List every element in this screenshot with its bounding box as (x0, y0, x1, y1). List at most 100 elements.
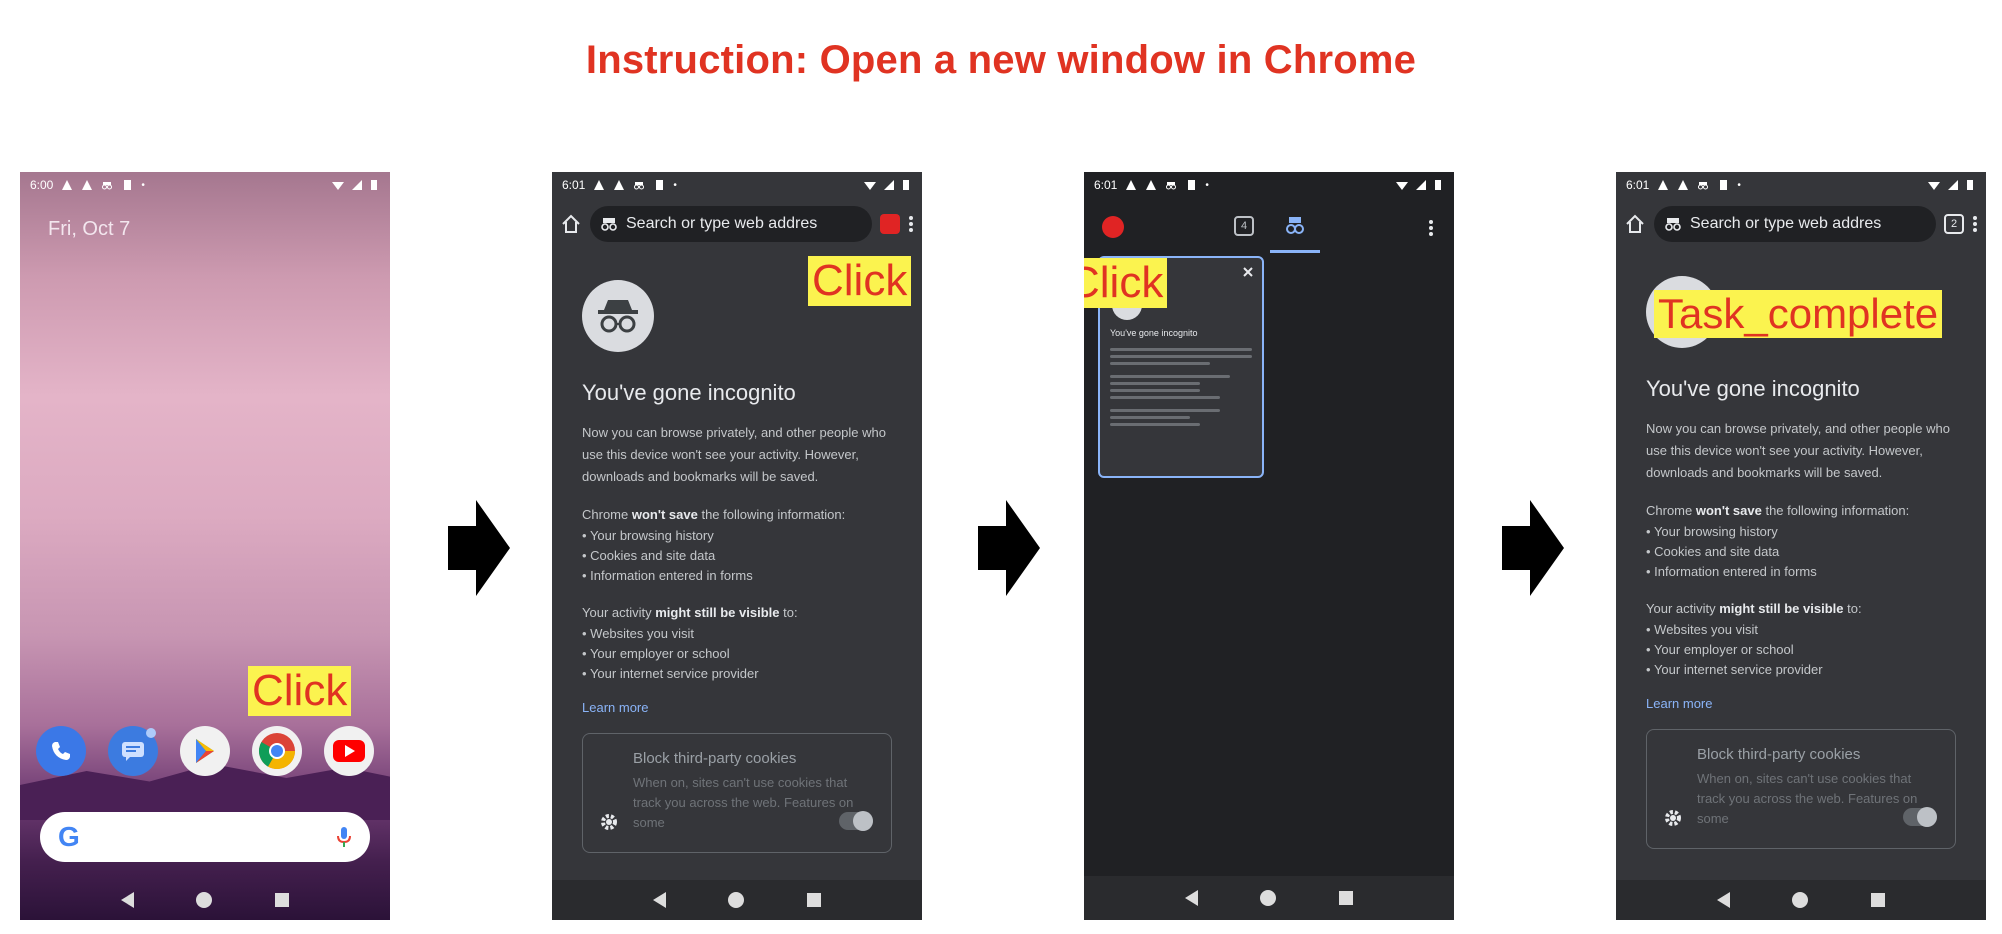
nav-bar (20, 880, 390, 920)
incognito-avatar-icon (582, 280, 654, 352)
incognito-icon (601, 218, 617, 231)
list-item: Your internet service provider (1646, 660, 1956, 680)
back-icon[interactable] (1717, 892, 1731, 908)
mic-icon[interactable] (336, 825, 352, 849)
home-icon[interactable] (1792, 892, 1809, 908)
incognito-intro: Now you can browse privately, and other … (582, 425, 886, 484)
nav-bar (552, 880, 922, 920)
close-icon[interactable] (1242, 266, 1254, 278)
chrome-icon[interactable] (252, 726, 302, 776)
home-icon[interactable] (196, 892, 213, 908)
incognito-page: You've gone incognito Now you can browse… (582, 280, 892, 853)
sim-icon (124, 180, 132, 190)
sim-icon (656, 180, 664, 190)
list-item: Websites you visit (1646, 620, 1956, 640)
incognito-tabs-icon[interactable] (1284, 214, 1306, 236)
normal-tabs-count[interactable]: 4 (1234, 216, 1254, 236)
omnibox-placeholder: Search or type web addres (1690, 215, 1882, 232)
learn-more-link[interactable]: Learn more (582, 700, 892, 715)
back-icon[interactable] (121, 892, 135, 908)
home-icon[interactable] (728, 892, 745, 908)
visible-bold: might still be visible (1719, 601, 1844, 616)
sim-icon (1720, 180, 1728, 190)
tab-switcher-button[interactable]: 2 (1944, 214, 1964, 234)
alert-icon (82, 180, 93, 190)
alert-icon (614, 180, 625, 190)
stage: Instruction: Open a new window in Chrome… (0, 0, 2002, 934)
battery-icon (1967, 180, 1973, 190)
new-tab-button[interactable] (1102, 216, 1124, 238)
google-search-bar[interactable]: G (40, 812, 370, 862)
home-button-icon[interactable] (1624, 213, 1646, 235)
home-date: Fri, Oct 7 (48, 218, 131, 240)
list-item: Your browsing history (582, 526, 892, 546)
home-screen: 6:00 • Fri, Oct 7 Click G (20, 172, 390, 920)
recents-icon[interactable] (274, 893, 289, 907)
tab-switcher-toolbar: 4 (1084, 202, 1454, 253)
status-time: 6:01 (1626, 178, 1650, 192)
gear-icon (1665, 810, 1681, 826)
cookie-toggle[interactable] (839, 811, 873, 831)
incognito-screen-1: 6:01 • Search or type web addres Click Y… (552, 172, 922, 920)
incognito-heading: You've gone incognito (1646, 376, 1860, 401)
arrow-right-icon (978, 500, 1040, 596)
wifi-icon (332, 182, 344, 190)
back-icon[interactable] (653, 892, 667, 908)
list-item: Websites you visit (582, 624, 892, 644)
back-icon[interactable] (1185, 890, 1199, 906)
visible-suffix: to: (1847, 601, 1862, 616)
list-item: Your employer or school (1646, 640, 1956, 660)
signal-icon (1416, 180, 1426, 190)
chrome-toolbar: Search or type web addres (552, 202, 922, 246)
home-button-icon[interactable] (560, 213, 582, 235)
visible-prefix: Your activity (1646, 601, 1716, 616)
recents-icon[interactable] (806, 893, 821, 907)
recents-icon[interactable] (1870, 893, 1885, 907)
list-item: Your browsing history (1646, 522, 1956, 542)
battery-icon (903, 180, 909, 190)
list-item: Cookies and site data (1646, 542, 1956, 562)
alert-icon (594, 180, 605, 190)
battery-icon (1435, 180, 1441, 190)
cookie-toggle[interactable] (1903, 807, 1937, 827)
home-icon[interactable] (1260, 890, 1277, 906)
learn-more-link[interactable]: Learn more (1646, 696, 1956, 711)
more-options-icon[interactable] (1972, 214, 1978, 234)
status-time: 6:00 (30, 178, 54, 192)
instruction-title: Instruction: Open a new window in Chrome (585, 38, 1417, 82)
youtube-icon[interactable] (324, 726, 374, 776)
omnibox[interactable]: Search or type web addres (1654, 206, 1936, 242)
visible-prefix: Your activity (582, 605, 652, 620)
status-bar: 6:01 • (1084, 172, 1454, 198)
visible-suffix: to: (783, 605, 798, 620)
alert-icon (1126, 180, 1137, 190)
omnibox[interactable]: Search or type web addres (590, 206, 872, 242)
wont-save-suffix: the following information: (701, 507, 846, 522)
recents-icon[interactable] (1338, 891, 1353, 905)
visible-list: Websites you visit Your employer or scho… (582, 624, 892, 684)
more-options-icon[interactable] (908, 214, 914, 234)
omnibox-placeholder: Search or type web addres (626, 215, 818, 232)
incognito-status-icon (1698, 182, 1709, 190)
alert-icon (62, 180, 73, 190)
wont-save-list: Your browsing history Cookies and site d… (582, 526, 892, 586)
app-dock (36, 726, 374, 776)
cookie-card: Block third-party cookies When on, sites… (1646, 729, 1956, 849)
more-options-icon[interactable] (1428, 218, 1434, 238)
wifi-icon (1928, 182, 1940, 190)
incognito-status-icon (634, 182, 645, 190)
tab-switcher-button[interactable] (880, 214, 900, 234)
play-store-icon[interactable] (180, 726, 230, 776)
incognito-intro: Now you can browse privately, and other … (1646, 421, 1950, 480)
messages-icon[interactable] (108, 726, 158, 776)
click-annotation: Click (1084, 258, 1168, 309)
list-item: Your internet service provider (582, 664, 892, 684)
wont-save-list: Your browsing history Cookies and site d… (1646, 522, 1956, 582)
phone-icon[interactable] (36, 726, 86, 776)
status-time: 6:01 (1094, 178, 1118, 192)
wont-save-bold: won't save (1695, 503, 1762, 518)
alert-icon (1146, 180, 1157, 190)
nav-bar (1616, 880, 1986, 920)
list-item: Cookies and site data (582, 546, 892, 566)
wont-save-bold: won't save (631, 507, 698, 522)
